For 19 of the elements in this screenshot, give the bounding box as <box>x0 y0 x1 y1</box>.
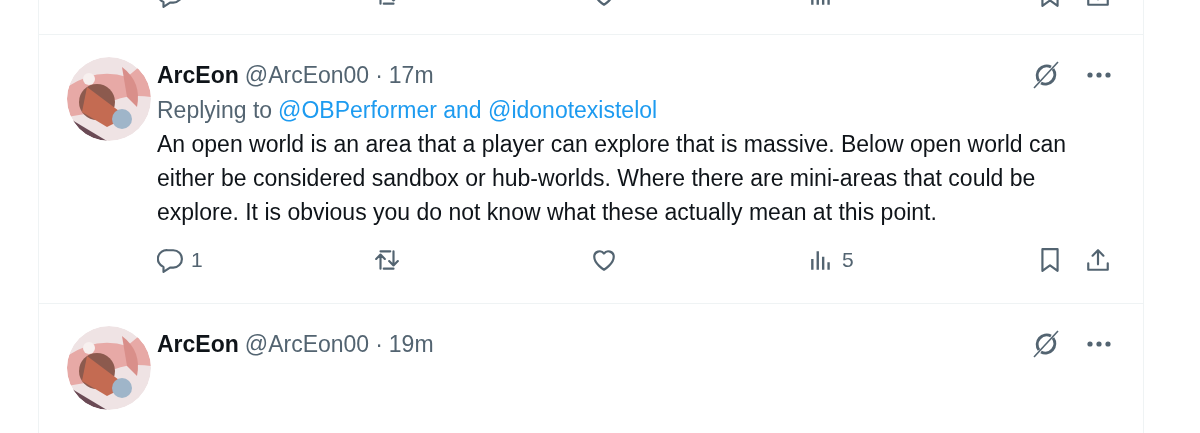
replying-label: Replying to <box>157 96 273 125</box>
separator-dot: · <box>375 61 383 89</box>
handle: @ArcEon00 <box>244 61 370 89</box>
slashed-circle-icon[interactable] <box>1031 329 1061 359</box>
handle: @ArcEon00 <box>244 330 370 358</box>
timestamp: 19m <box>388 330 434 358</box>
separator-dot: · <box>375 330 383 358</box>
mention-link[interactable]: @OBPerformer and @idonotexistelol <box>278 93 658 127</box>
timestamp: 17m <box>388 61 434 89</box>
action-count: 1 <box>191 248 203 272</box>
author-name: ArcEon <box>157 330 239 358</box>
reply-icon[interactable] <box>157 247 183 273</box>
tweet-text: An open world is an area that a player can explore that is massive. Below open world can either be considered sandbox or hub-worlds. Where there are mini-areas that could be explore. It is obvious you do not know what these actually mean at this point. <box>157 130 1067 227</box>
more-icon[interactable] <box>1087 340 1111 348</box>
more-icon[interactable] <box>1087 71 1111 79</box>
author-name: ArcEon <box>157 61 239 89</box>
slashed-circle-icon[interactable] <box>1031 60 1061 90</box>
action-count: 5 <box>842 248 854 272</box>
heart-icon[interactable] <box>591 247 617 273</box>
